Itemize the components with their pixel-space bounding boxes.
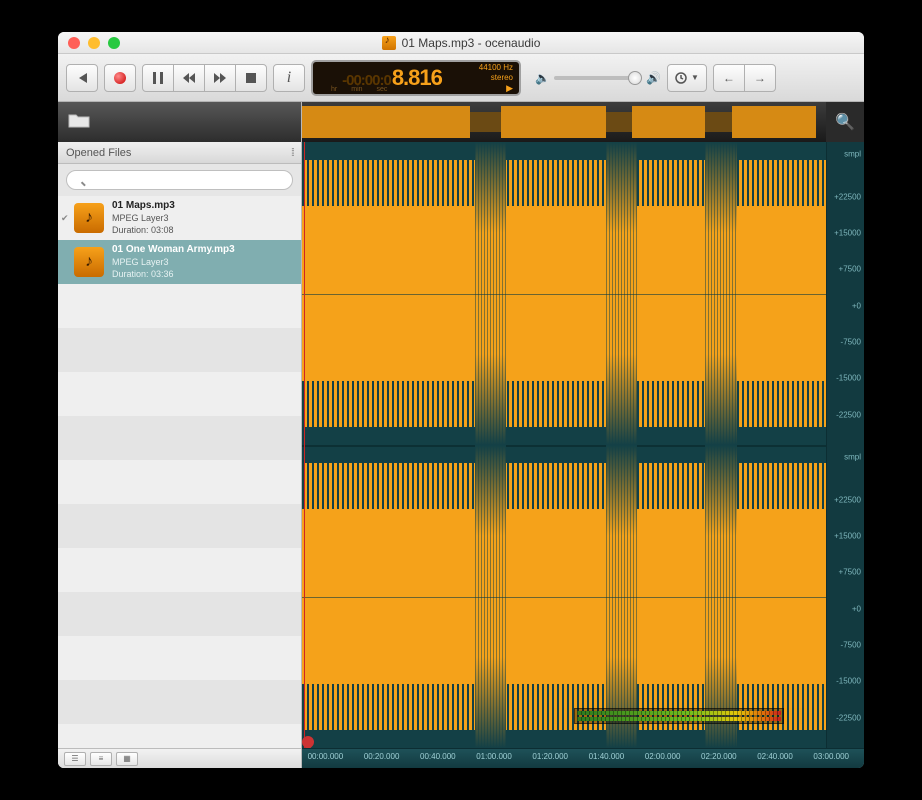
scale-tick: +15000	[834, 228, 861, 237]
pause-button[interactable]	[142, 64, 174, 92]
timeline-tick: 02:00.000	[645, 752, 681, 761]
sidebar-header: Opened Files ⁞⁞	[58, 142, 301, 164]
view-list-button[interactable]: ☰	[64, 752, 86, 766]
lcd-channels: stereo	[471, 73, 513, 83]
forward-button[interactable]	[204, 64, 236, 92]
close-window-button[interactable]	[68, 37, 80, 49]
timeline-tick: 01:00.000	[476, 752, 512, 761]
stop-button[interactable]	[235, 64, 267, 92]
time-display[interactable]: -00:00:0 8.816 hr min sec 44100 Hz stere…	[311, 60, 521, 96]
rewind-button[interactable]	[173, 64, 205, 92]
zoom-window-button[interactable]	[108, 37, 120, 49]
folder-icon[interactable]	[68, 111, 90, 134]
skip-start-button[interactable]	[66, 64, 98, 92]
file-name: 01 One Woman Army.mp3	[112, 244, 235, 256]
timeline-tick: 02:20.000	[701, 752, 737, 761]
volume-control: 🔈 🔊	[535, 71, 661, 85]
scale-tick: +0	[852, 301, 861, 310]
timeline-tick: 03:00.000	[813, 752, 849, 761]
sidebar-top	[58, 102, 301, 142]
scale-tick: -22500	[836, 713, 861, 722]
timeline-tick: 00:20.000	[364, 752, 400, 761]
vu-meter	[574, 708, 784, 724]
lcd-play-icon: ▶	[471, 83, 513, 93]
file-list: ✔ ♪ 01 Maps.mp3 MPEG Layer3 Duration: 03…	[58, 196, 301, 748]
scale-tick: -7500	[841, 337, 861, 346]
file-item[interactable]: ✔ ♪ 01 Maps.mp3 MPEG Layer3 Duration: 03…	[58, 196, 301, 240]
scale-tick: +22500	[834, 495, 861, 504]
scale-tick: +15000	[834, 531, 861, 540]
nav-back-button[interactable]: ←	[713, 64, 745, 92]
scale-tick: +7500	[839, 265, 861, 274]
scale-label: smpl	[844, 453, 861, 462]
amplitude-scale: smpl +22500 +15000 +7500 +0 -7500 -15000…	[826, 142, 864, 748]
timeline-tick: 01:40.000	[589, 752, 625, 761]
record-button[interactable]	[104, 64, 136, 92]
zoom-tool-button[interactable]: 🔍	[826, 102, 864, 142]
volume-low-icon: 🔈	[535, 71, 550, 85]
waveform-canvas[interactable]	[302, 142, 826, 748]
audio-file-icon: ♪	[74, 247, 104, 277]
lcd-unit-sec: sec	[377, 86, 388, 93]
scale-tick: +7500	[839, 568, 861, 577]
search-input[interactable]	[66, 170, 293, 190]
time-main: 8.816	[392, 65, 442, 91]
file-item[interactable]: ♪ 01 One Woman Army.mp3 MPEG Layer3 Dura…	[58, 240, 301, 284]
volume-slider[interactable]	[554, 76, 642, 80]
toolbar: i -00:00:0 8.816 hr min sec 44100 Hz ste…	[58, 54, 864, 102]
sidebar-footer: ☰ ≡ ▦	[58, 748, 301, 768]
timeline-tick: 00:40.000	[420, 752, 456, 761]
window-title: 01 Maps.mp3 - ocenaudio	[402, 36, 541, 50]
file-duration: Duration: 03:08	[112, 224, 175, 236]
scale-tick: +22500	[834, 192, 861, 201]
view-detail-button[interactable]: ≡	[90, 752, 112, 766]
transport-group	[142, 64, 267, 92]
check-icon: ✔	[61, 213, 69, 224]
timeline-tick: 02:40.000	[757, 752, 793, 761]
scale-tick: +0	[852, 604, 861, 613]
file-codec: MPEG Layer3	[112, 256, 235, 268]
history-menu-button[interactable]: ▼	[667, 64, 707, 92]
scale-label: smpl	[844, 150, 861, 159]
minimize-window-button[interactable]	[88, 37, 100, 49]
view-grid-button[interactable]: ▦	[116, 752, 138, 766]
app-file-icon	[382, 36, 396, 50]
magnifier-icon: 🔍	[835, 112, 855, 132]
overview-strip[interactable]: 🔍	[302, 102, 864, 142]
sidebar: Opened Files ⁞⁞ ✔ ♪ 01 Maps.mp3 MPEG Lay…	[58, 102, 302, 768]
app-window: 01 Maps.mp3 - ocenaudio i -00:00:0 8.816…	[58, 32, 864, 768]
sidebar-header-label: Opened Files	[66, 147, 131, 159]
scale-tick: -15000	[836, 677, 861, 686]
file-codec: MPEG Layer3	[112, 212, 175, 224]
scale-tick: -7500	[841, 640, 861, 649]
titlebar: 01 Maps.mp3 - ocenaudio	[58, 32, 864, 54]
timeline-tick: 00:00.000	[308, 752, 344, 761]
scale-tick: -22500	[836, 410, 861, 419]
sidebar-grip-icon[interactable]: ⁞⁞	[291, 147, 293, 159]
file-name: 01 Maps.mp3	[112, 200, 175, 212]
lcd-unit-min: min	[351, 86, 362, 93]
editor-area: 🔍	[302, 102, 864, 768]
timeline-tick: 01:20.000	[532, 752, 568, 761]
audio-file-icon: ♪	[74, 203, 104, 233]
volume-high-icon: 🔊	[646, 71, 661, 85]
timeline-ruler[interactable]: 00:00.000 00:20.000 00:40.000 01:00.000 …	[302, 748, 864, 768]
nav-forward-button[interactable]: →	[744, 64, 776, 92]
lcd-unit-hr: hr	[331, 86, 337, 93]
playhead-cursor[interactable]	[304, 142, 305, 748]
info-button[interactable]: i	[273, 64, 305, 92]
scale-tick: -15000	[836, 374, 861, 383]
lcd-sample-rate: 44100 Hz	[471, 63, 513, 73]
file-duration: Duration: 03:36	[112, 268, 235, 280]
